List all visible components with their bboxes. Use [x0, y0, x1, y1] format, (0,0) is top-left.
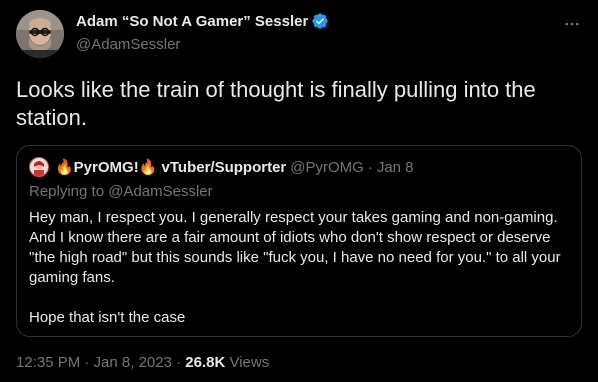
- views-count[interactable]: 26.8K: [185, 354, 225, 371]
- author-handle[interactable]: @AdamSessler: [76, 36, 180, 53]
- tweet-footer: 12:35 PM · Jan 8, 2023 · 26.8K Views: [16, 354, 269, 371]
- author-name-row[interactable]: Adam “So Not A Gamer” Sessler: [76, 12, 329, 30]
- quoted-tweet-body: Hey man, I respect you. I generally resp…: [29, 208, 574, 328]
- quoted-tweet-header: 🔥PyrOMG!🔥 vTuber/Supporter @PyrOMG · Jan…: [29, 157, 414, 177]
- more-horizontal-icon[interactable]: [562, 14, 582, 34]
- tweet-text: Looks like the train of thought is final…: [16, 77, 536, 130]
- author-avatar[interactable]: [16, 10, 64, 58]
- quoted-separator: ·: [367, 158, 373, 176]
- author-display-name[interactable]: Adam “So Not A Gamer” Sessler: [76, 13, 308, 30]
- verified-badge-icon[interactable]: [311, 12, 329, 30]
- quoted-paragraph: Hope that isn't the case: [29, 309, 186, 326]
- tweet-timestamp[interactable]: 12:35 PM · Jan 8, 2023 ·: [16, 354, 185, 371]
- author-avatar-image: [16, 10, 64, 58]
- quoted-tweet[interactable]: 🔥PyrOMG!🔥 vTuber/Supporter @PyrOMG · Jan…: [16, 145, 582, 337]
- quoted-author-display-name[interactable]: 🔥PyrOMG!🔥 vTuber/Supporter: [55, 158, 286, 176]
- views-label: Views: [225, 354, 270, 371]
- quoted-date[interactable]: Jan 8: [377, 159, 414, 176]
- replying-to[interactable]: Replying to @AdamSessler: [29, 183, 213, 200]
- quoted-author-avatar[interactable]: [29, 157, 49, 177]
- tweet: Adam “So Not A Gamer” Sessler @AdamSessl…: [0, 0, 598, 382]
- quoted-paragraph: Hey man, I respect you. I generally resp…: [29, 209, 561, 286]
- quoted-author-handle[interactable]: @PyrOMG: [290, 159, 364, 176]
